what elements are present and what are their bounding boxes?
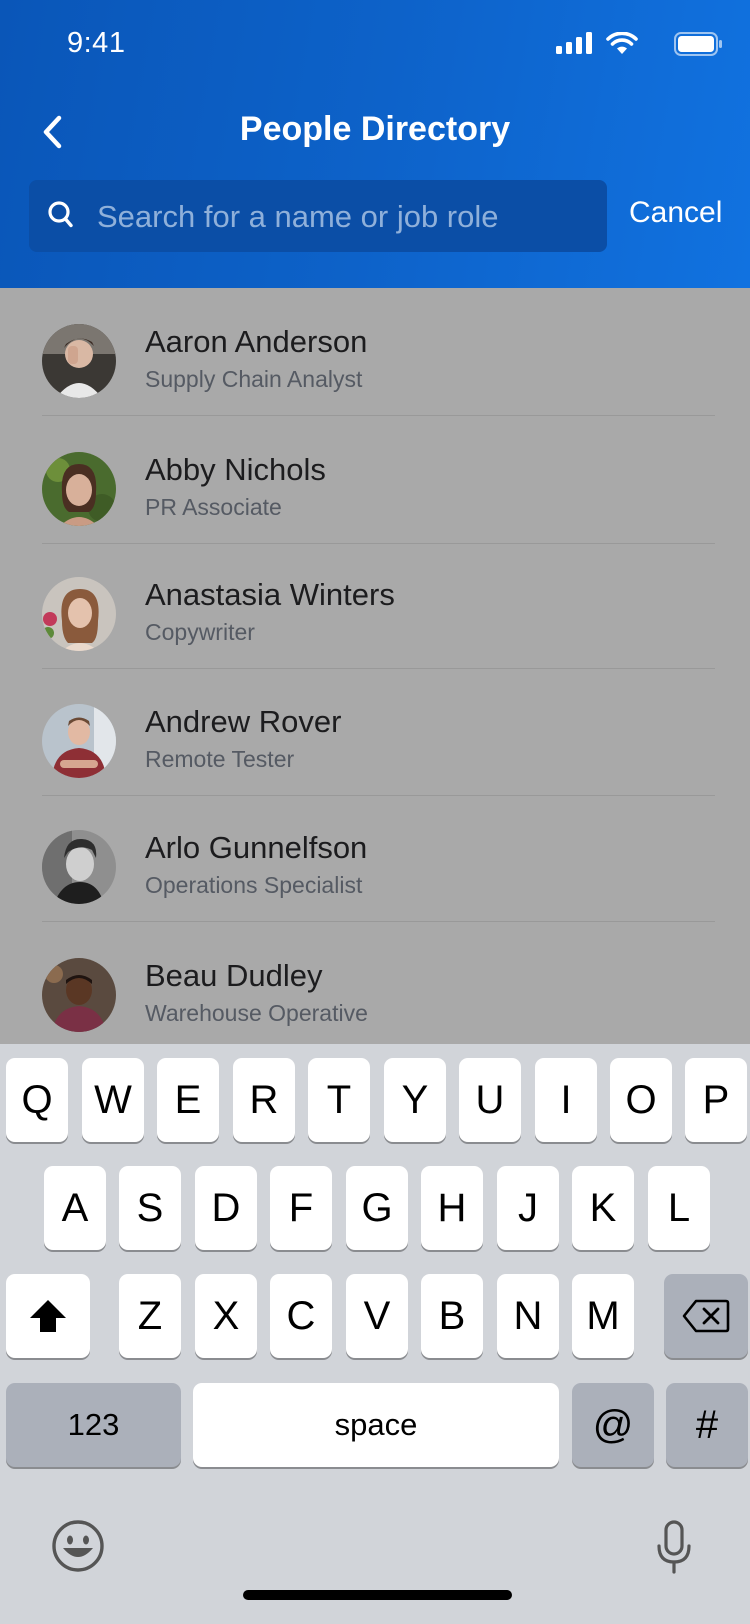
- person-name: Arlo Gunnelfson: [145, 830, 368, 865]
- key-m[interactable]: M: [572, 1274, 634, 1358]
- emoji-icon: [52, 1520, 104, 1572]
- avatar: [42, 704, 116, 778]
- key-g[interactable]: G: [346, 1166, 408, 1250]
- emoji-button[interactable]: [50, 1518, 106, 1579]
- at-key[interactable]: @: [572, 1383, 654, 1467]
- person-name: Beau Dudley: [145, 958, 323, 993]
- key-e[interactable]: E: [157, 1058, 219, 1142]
- key-d[interactable]: D: [195, 1166, 257, 1250]
- key-o[interactable]: O: [610, 1058, 672, 1142]
- key-z[interactable]: Z: [119, 1274, 181, 1358]
- key-n[interactable]: N: [497, 1274, 559, 1358]
- delete-key[interactable]: [664, 1274, 748, 1358]
- shift-icon: [30, 1300, 66, 1332]
- person-role: Operations Specialist: [145, 872, 363, 898]
- key-t[interactable]: T: [308, 1058, 370, 1142]
- key-p[interactable]: P: [685, 1058, 747, 1142]
- key-y[interactable]: Y: [384, 1058, 446, 1142]
- key-h[interactable]: H: [421, 1166, 483, 1250]
- people-list: Aaron Anderson Supply Chain Analyst Abby…: [0, 288, 750, 1044]
- microphone-icon: [657, 1520, 691, 1574]
- key-r[interactable]: R: [233, 1058, 295, 1142]
- key-c[interactable]: C: [270, 1274, 332, 1358]
- wifi-icon: [606, 32, 638, 54]
- page-title: People Directory: [239, 110, 511, 148]
- person-role: Warehouse Operative: [145, 1000, 368, 1026]
- key-l[interactable]: L: [648, 1166, 710, 1250]
- person-role: Supply Chain Analyst: [145, 366, 363, 392]
- person-role: PR Associate: [145, 494, 282, 520]
- search-input[interactable]: [95, 194, 599, 240]
- key-j[interactable]: J: [497, 1166, 559, 1250]
- avatar: [42, 830, 116, 904]
- key-k[interactable]: K: [572, 1166, 634, 1250]
- key-s[interactable]: S: [119, 1166, 181, 1250]
- avatar: [42, 577, 116, 651]
- avatar: [42, 324, 116, 398]
- cancel-button[interactable]: Cancel: [629, 196, 722, 230]
- key-b[interactable]: B: [421, 1274, 483, 1358]
- list-item[interactable]: Abby Nichols PR Associate: [0, 416, 750, 544]
- list-item[interactable]: Andrew Rover Remote Tester: [0, 668, 750, 796]
- key-a[interactable]: A: [44, 1166, 106, 1250]
- person-name: Andrew Rover: [145, 704, 342, 739]
- list-item[interactable]: Aaron Anderson Supply Chain Analyst: [0, 288, 750, 416]
- search-bar[interactable]: [29, 180, 607, 252]
- person-role: Copywriter: [145, 619, 255, 645]
- shift-key[interactable]: [6, 1274, 90, 1358]
- backspace-icon: [682, 1299, 730, 1333]
- key-x[interactable]: X: [195, 1274, 257, 1358]
- battery-icon: [674, 32, 722, 56]
- key-w[interactable]: W: [82, 1058, 144, 1142]
- hash-key[interactable]: #: [666, 1383, 748, 1467]
- person-name: Aaron Anderson: [145, 324, 368, 359]
- home-indicator: [243, 1590, 512, 1600]
- search-icon: [48, 201, 73, 228]
- cellular-signal-icon: [556, 32, 592, 54]
- status-time: 9:41: [67, 27, 126, 59]
- key-q[interactable]: Q: [6, 1058, 68, 1142]
- key-u[interactable]: U: [459, 1058, 521, 1142]
- person-role: Remote Tester: [145, 746, 295, 772]
- list-item[interactable]: Anastasia Winters Copywriter: [0, 541, 750, 669]
- avatar: [42, 452, 116, 526]
- key-f[interactable]: F: [270, 1166, 332, 1250]
- person-name: Abby Nichols: [145, 452, 326, 487]
- list-item[interactable]: Beau Dudley Warehouse Operative: [0, 922, 750, 1044]
- numbers-key[interactable]: 123: [6, 1383, 181, 1467]
- list-item[interactable]: Arlo Gunnelfson Operations Specialist: [0, 794, 750, 922]
- space-key[interactable]: space: [193, 1383, 559, 1467]
- key-i[interactable]: I: [535, 1058, 597, 1142]
- avatar: [42, 958, 116, 1032]
- app-header: 9:41 People Directory Cancel: [0, 0, 750, 288]
- person-name: Anastasia Winters: [145, 577, 395, 612]
- key-v[interactable]: V: [346, 1274, 408, 1358]
- microphone-button[interactable]: [656, 1520, 692, 1581]
